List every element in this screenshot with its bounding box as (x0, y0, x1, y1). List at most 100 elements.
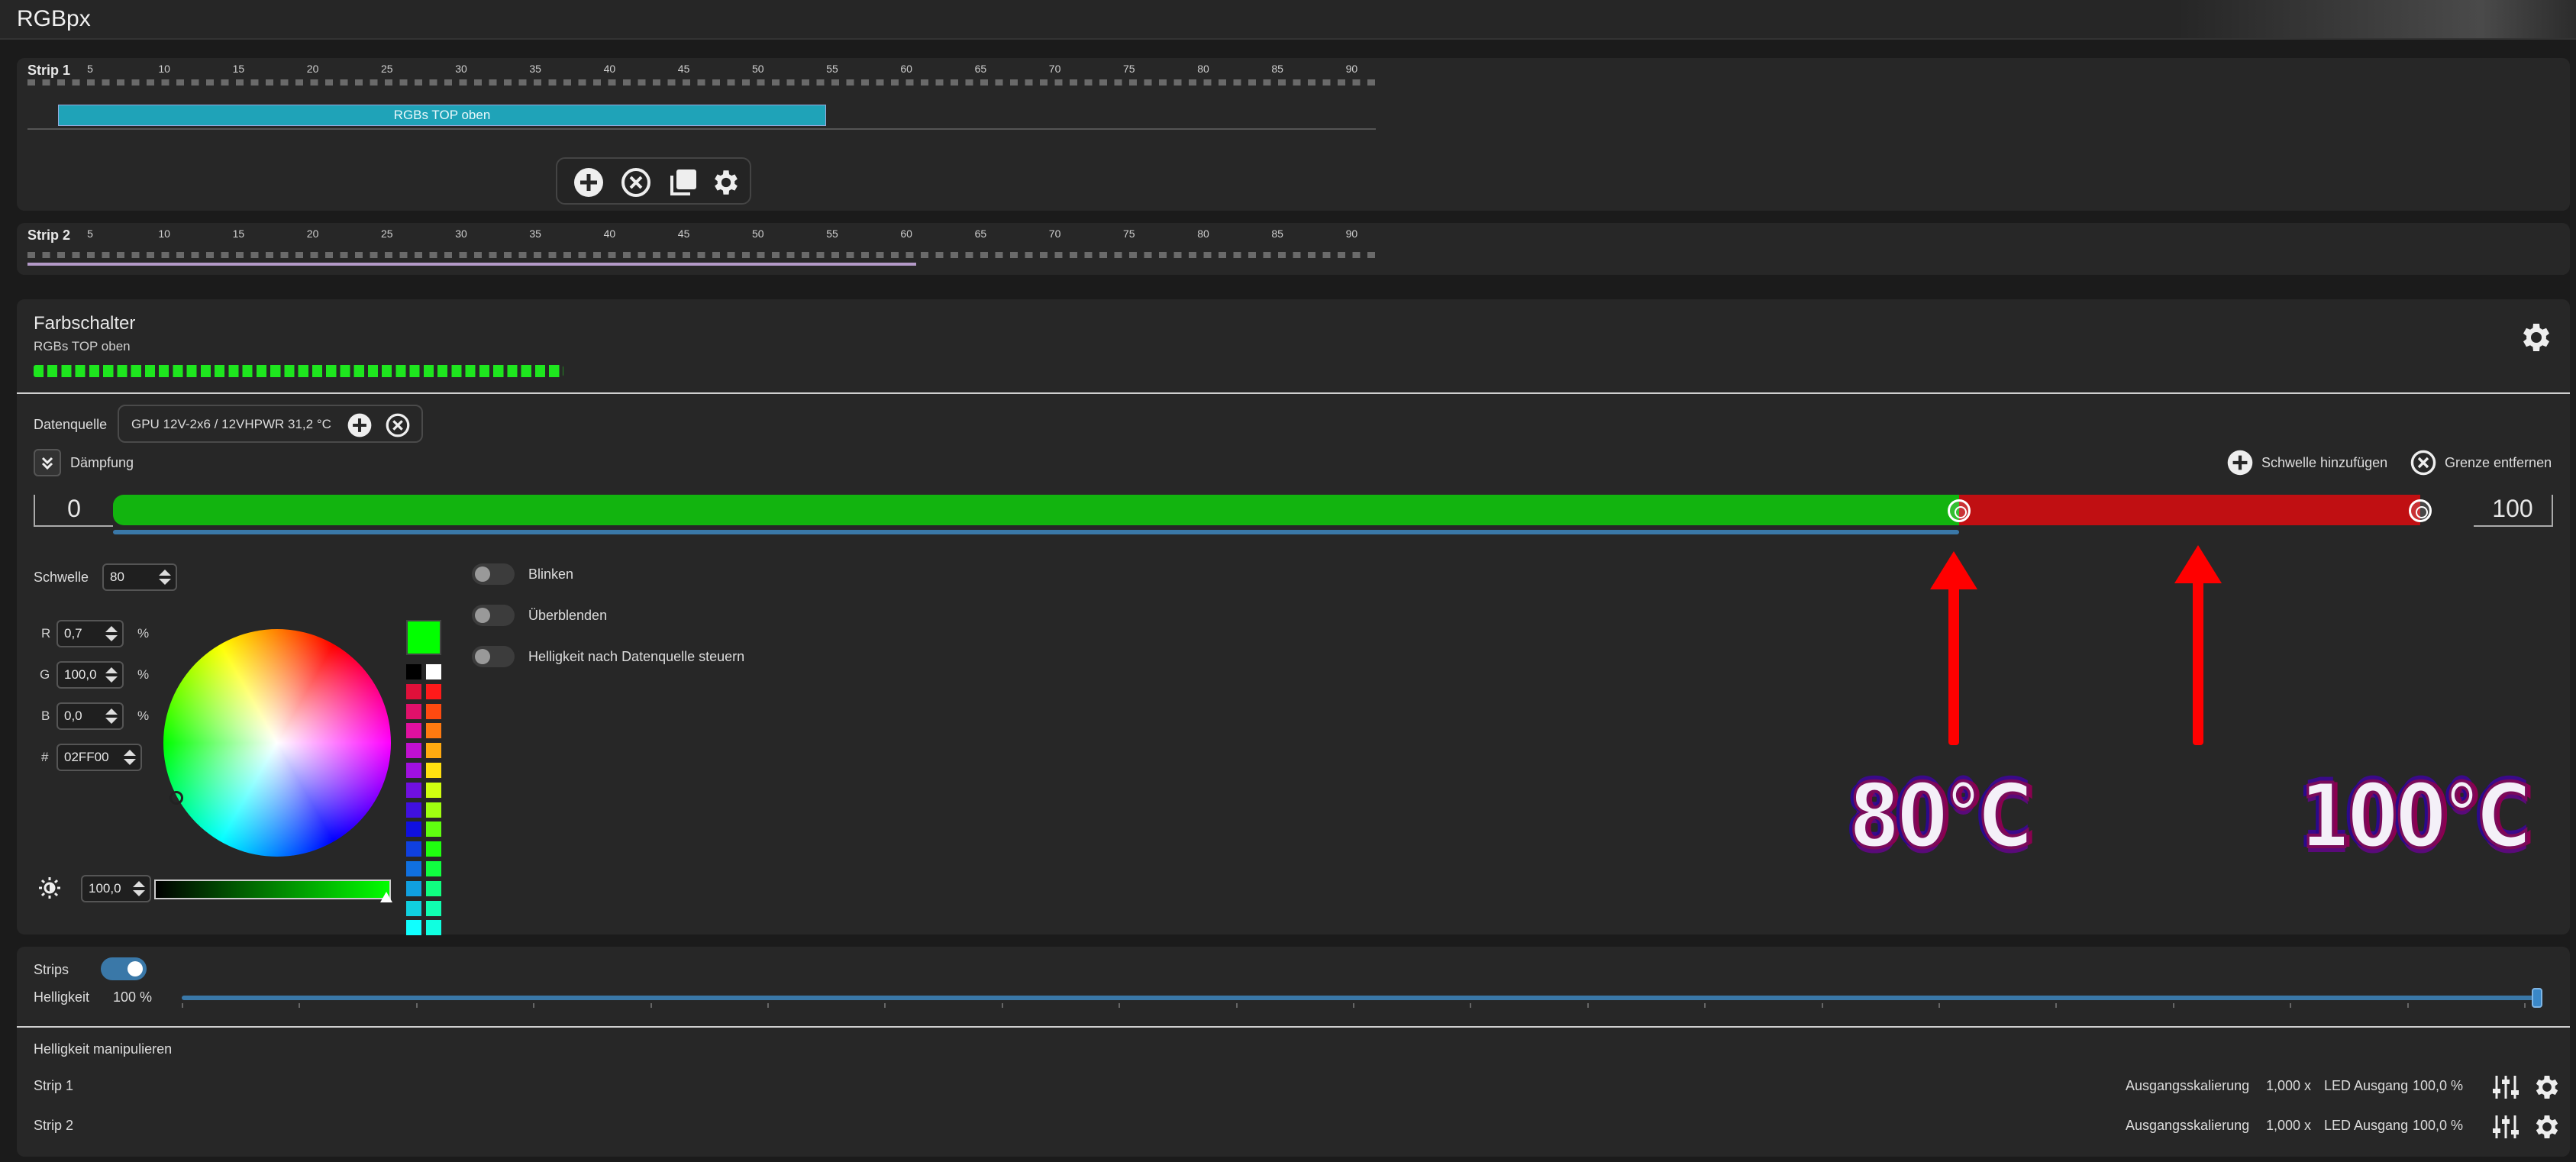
slider-tick (533, 1003, 535, 1008)
threshold-handle-100[interactable] (2409, 499, 2432, 522)
plus-circle-icon (347, 413, 372, 437)
color-wheel[interactable] (163, 629, 391, 857)
ruler-tick-label: 15 (232, 63, 245, 75)
ruler-tick-label: 50 (752, 228, 764, 240)
ruler-tick-label: 60 (900, 63, 912, 75)
palette-swatch[interactable] (406, 841, 421, 857)
palette-swatch[interactable] (426, 703, 441, 719)
manipulate-brightness-label: Helligkeit manipulieren (34, 1041, 173, 1057)
palette-swatch[interactable] (426, 664, 441, 679)
gear-icon[interactable] (2532, 1072, 2562, 1102)
ruler-tick-label: 35 (529, 63, 541, 75)
threshold-range-bar[interactable] (113, 495, 2474, 525)
helligkeit-slider-thumb[interactable] (2532, 988, 2542, 1008)
slider-tick (299, 1003, 301, 1008)
output-scale-label: Ausgangsskalierung (2126, 1078, 2250, 1093)
output-row-strip-1: Strip 1 Ausgangsskalierung 1,000 x LED A… (34, 1072, 2558, 1102)
datasource-chip[interactable]: GPU 12V-2x6 / 12VHPWR 31,2 °C (118, 405, 423, 443)
gear-icon[interactable] (2532, 1112, 2562, 1142)
g-unit: % (137, 667, 150, 682)
segment-settings-button[interactable] (710, 166, 742, 199)
segment-rgbs-top-oben[interactable]: RGBs TOP oben (58, 105, 826, 126)
helligkeit-value: 100 % (113, 989, 153, 1005)
slider-tick (767, 1003, 769, 1008)
range-low-segment[interactable] (113, 495, 1959, 525)
helligkeit-datenquelle-row[interactable]: Helligkeit nach Datenquelle steuern (472, 646, 744, 667)
palette-swatch[interactable] (426, 723, 441, 739)
remove-segment-button[interactable] (620, 166, 652, 199)
palette-swatch[interactable] (426, 841, 441, 857)
ruler-tick-label: 5 (87, 63, 93, 75)
output-scale-value: 1,000 x (2266, 1078, 2312, 1093)
palette-swatch[interactable] (406, 723, 421, 739)
strip-1-panel[interactable]: Strip 1 5 10 15 20 25 30 35 40 45 50 55 60 65 70 75 80 8… (17, 58, 2570, 211)
blinken-toggle[interactable] (472, 563, 515, 585)
palette-swatch[interactable] (426, 802, 441, 818)
g-input[interactable]: 100,0 (56, 661, 124, 689)
helligkeit-slider[interactable] (182, 996, 2542, 1000)
strip-toolbar (556, 157, 751, 205)
daempfung-expand-button[interactable] (34, 449, 61, 476)
sliders-icon[interactable] (2492, 1113, 2520, 1141)
ueberblenden-toggle[interactable] (472, 605, 515, 626)
palette-swatch[interactable] (406, 743, 421, 759)
r-input[interactable]: 0,7 (56, 620, 124, 647)
palette-swatch[interactable] (406, 861, 421, 876)
palette-swatch[interactable] (426, 782, 441, 798)
b-input[interactable]: 0,0 (56, 702, 124, 730)
strips-toggle[interactable] (101, 957, 147, 980)
palette-swatch[interactable] (406, 683, 421, 699)
strip-2-panel[interactable]: Strip 2 5 10 15 20 25 30 35 40 45 50 55 60 65 70 75 80 8… (17, 223, 2570, 275)
palette-swatch[interactable] (406, 900, 421, 916)
add-segment-button[interactable] (573, 166, 605, 199)
ruler-tick-label: 65 (974, 63, 987, 75)
color-wheel-picker[interactable] (169, 791, 183, 805)
palette-swatch[interactable] (406, 880, 421, 896)
palette-swatch[interactable] (406, 664, 421, 679)
sliders-icon[interactable] (2492, 1073, 2520, 1101)
add-datasource-button[interactable] (347, 412, 373, 438)
copy-segment-button[interactable] (667, 166, 699, 199)
palette-swatch[interactable] (426, 920, 441, 936)
remove-limit-button[interactable]: Grenze entfernen (2410, 449, 2552, 476)
brightness-input[interactable]: 100,0 (81, 875, 151, 902)
range-max-value[interactable]: 100 (2474, 495, 2553, 527)
title-bar: RGBpx (0, 0, 2576, 40)
range-min-value[interactable]: 0 (34, 495, 113, 527)
add-threshold-button[interactable]: Schwelle hinzufügen (2226, 449, 2387, 476)
threshold-handle-80[interactable] (1948, 499, 1971, 522)
slider-tick (1353, 1003, 1354, 1008)
range-high-segment[interactable] (1959, 495, 2420, 525)
palette-swatch[interactable] (426, 743, 441, 759)
ueberblenden-row[interactable]: Überblenden (472, 605, 607, 626)
led-output-value: 100,0 % (2413, 1118, 2464, 1133)
palette-swatch[interactable] (406, 821, 421, 838)
palette-swatch[interactable] (406, 802, 421, 818)
blinken-row[interactable]: Blinken (472, 563, 573, 585)
editor-settings-button[interactable] (2518, 319, 2555, 356)
schwelle-input[interactable]: 80 (102, 563, 177, 591)
strip-2-led-row (27, 252, 1376, 258)
slider-tick (1119, 1003, 1121, 1008)
palette-swatch[interactable] (426, 900, 441, 916)
palette-swatch[interactable] (406, 920, 421, 936)
ueberblenden-label: Überblenden (528, 607, 608, 623)
brightness-gradient-slider[interactable] (154, 880, 391, 899)
helligkeit-datenquelle-toggle[interactable] (472, 646, 515, 667)
palette-swatch[interactable] (426, 763, 441, 778)
remove-datasource-button[interactable] (385, 412, 411, 438)
ruler-tick-label: 75 (1123, 63, 1135, 75)
palette-swatch[interactable] (406, 782, 421, 798)
palette-swatch[interactable] (426, 880, 441, 896)
brightness-slider-handle[interactable] (380, 892, 392, 902)
slider-tick (2407, 1003, 2409, 1008)
palette-swatch[interactable] (406, 763, 421, 778)
palette-swatch[interactable] (426, 821, 441, 838)
slider-tick (884, 1003, 886, 1008)
palette-swatch[interactable] (406, 703, 421, 719)
strip-2-segment-track (27, 263, 916, 266)
palette-swatch[interactable] (426, 683, 441, 699)
hex-input[interactable]: 02FF00 (56, 744, 142, 771)
ruler-tick-label: 30 (455, 228, 467, 240)
palette-swatch[interactable] (426, 861, 441, 876)
